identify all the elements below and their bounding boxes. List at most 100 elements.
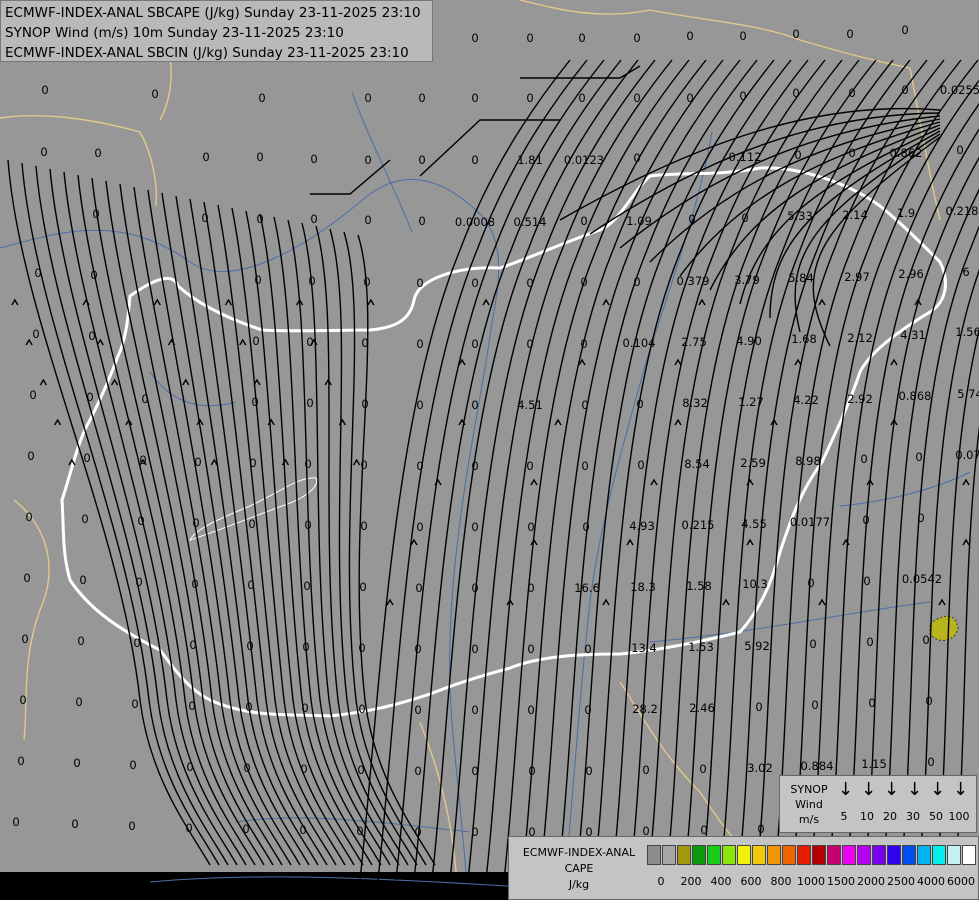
value-label: 0 [92,207,99,221]
value-label: 0 [194,455,201,469]
value-label: 0 [700,823,707,837]
value-label: 0 [310,152,317,166]
value-label: 1.9 [897,206,915,220]
value-label: 0 [25,510,32,524]
value-label: 0 [755,700,762,714]
cape-color-swatch [677,845,691,865]
value-label: 0 [358,641,365,655]
value-label: 0 [418,214,425,228]
value-label: 0 [308,274,315,288]
value-label: 0 [27,449,34,463]
value-label: 0 [582,520,589,534]
value-label: 0 [526,91,533,105]
value-label: 0 [133,636,140,650]
value-label: 0.379 [677,274,710,288]
value-label: 0 [739,89,746,103]
value-label: 0 [848,86,855,100]
value-label: 1.68 [791,332,817,346]
cape-color-swatch [692,845,706,865]
value-label: 18.3 [630,580,656,594]
value-label: 0 [23,571,30,585]
cape-color-swatch [737,845,751,865]
value-label: 8.98 [795,454,821,468]
value-label: 2.92 [847,392,873,406]
value-label: 0 [201,211,208,225]
value-label: 0 [94,146,101,160]
value-label: 0 [243,761,250,775]
value-label: 4.55 [741,517,767,531]
value-label: 0 [471,153,478,167]
value-label: 0 [141,392,148,406]
title-cape: ECMWF-INDEX-ANAL SBCAPE (J/kg) Sunday 23… [5,5,421,21]
cape-color-swatch [752,845,766,865]
value-label: 0 [416,398,423,412]
cape-color-swatch [887,845,901,865]
value-label: 0.514 [514,215,547,229]
value-label: 0 [248,517,255,531]
value-label: 0 [364,91,371,105]
value-label: 0 [302,640,309,654]
value-label: 0 [254,273,261,287]
value-label: 0 [361,397,368,411]
value-label: 0 [137,514,144,528]
value-label: 0 [135,575,142,589]
value-label: 0 [360,519,367,533]
cape-color-swatch [902,845,916,865]
value-label: 0 [21,632,28,646]
value-label: 0 [73,756,80,770]
weather-map: 0 0 0 0 0 0 0 0 0 0 0 0 0 0 0.0255 0 0 0 0 0 0 0 0 0 0 0 0 0 0 0 0 0 1.8… [0,0,979,900]
value-label: 0 [252,334,259,348]
cape-color-swatch [872,845,886,865]
value-label: 0 [527,703,534,717]
cape-color-swatch [947,845,961,865]
wind-legend: SYNOP Wind m/s ↓ ↓ ↓ ↓ ↓ ↓ 5 10 20 30 50… [779,775,977,833]
value-label: 0 [304,457,311,471]
wind-legend-value: 100 [948,810,970,823]
value-label: 0 [186,760,193,774]
value-label: 0.884 [801,759,834,773]
value-label: 0 [688,212,695,226]
cape-legend-title-line-3: J/kg [568,878,590,891]
title-wind: SYNOP Wind (m/s) 10m Sunday 23-11-2025 2… [5,25,344,41]
value-label: 0 [192,516,199,530]
value-label: 0 [360,458,367,472]
value-label: 0 [32,327,39,341]
value-label: 0 [415,581,422,595]
value-label: 0 [129,758,136,772]
value-label: 0 [75,695,82,709]
value-label: 0 [131,697,138,711]
value-label: 2.59 [740,456,766,470]
value-label: 0 [471,825,478,839]
value-label: 0 [90,268,97,282]
value-label: 1.81 [517,153,543,167]
down-arrow-icon: ↓ [861,779,877,800]
value-label: 4.93 [629,519,655,533]
value-label: 0 [811,698,818,712]
value-label: 0 [258,91,265,105]
value-label: 0.0542 [902,572,942,586]
value-label: 0 [12,815,19,829]
value-label: 0 [863,574,870,588]
value-label: 0 [580,337,587,351]
value-label: 0 [139,453,146,467]
value-label: 0 [580,275,587,289]
value-label: 0.0008 [455,215,495,229]
wind-legend-title-line-3: m/s [798,813,820,826]
down-arrow-icon: ↓ [884,779,900,800]
cape-legend-title-line-2: CAPE [564,862,594,875]
value-label: 8.54 [684,457,710,471]
value-label: 0 [581,459,588,473]
value-label: 0 [578,91,585,105]
value-label: 0 [686,29,693,43]
value-label: 0 [29,388,36,402]
value-label: 10.3 [742,577,768,591]
down-arrow-icon: ↓ [930,779,946,800]
value-label: 0 [526,459,533,473]
value-label: 0 [304,518,311,532]
value-label: 0 [356,824,363,838]
cape-color-swatch [812,845,826,865]
value-label: 0 [357,763,364,777]
value-label: 0 [79,573,86,587]
value-label: 5.74 [957,387,979,401]
value-label: 13.4 [631,641,657,655]
